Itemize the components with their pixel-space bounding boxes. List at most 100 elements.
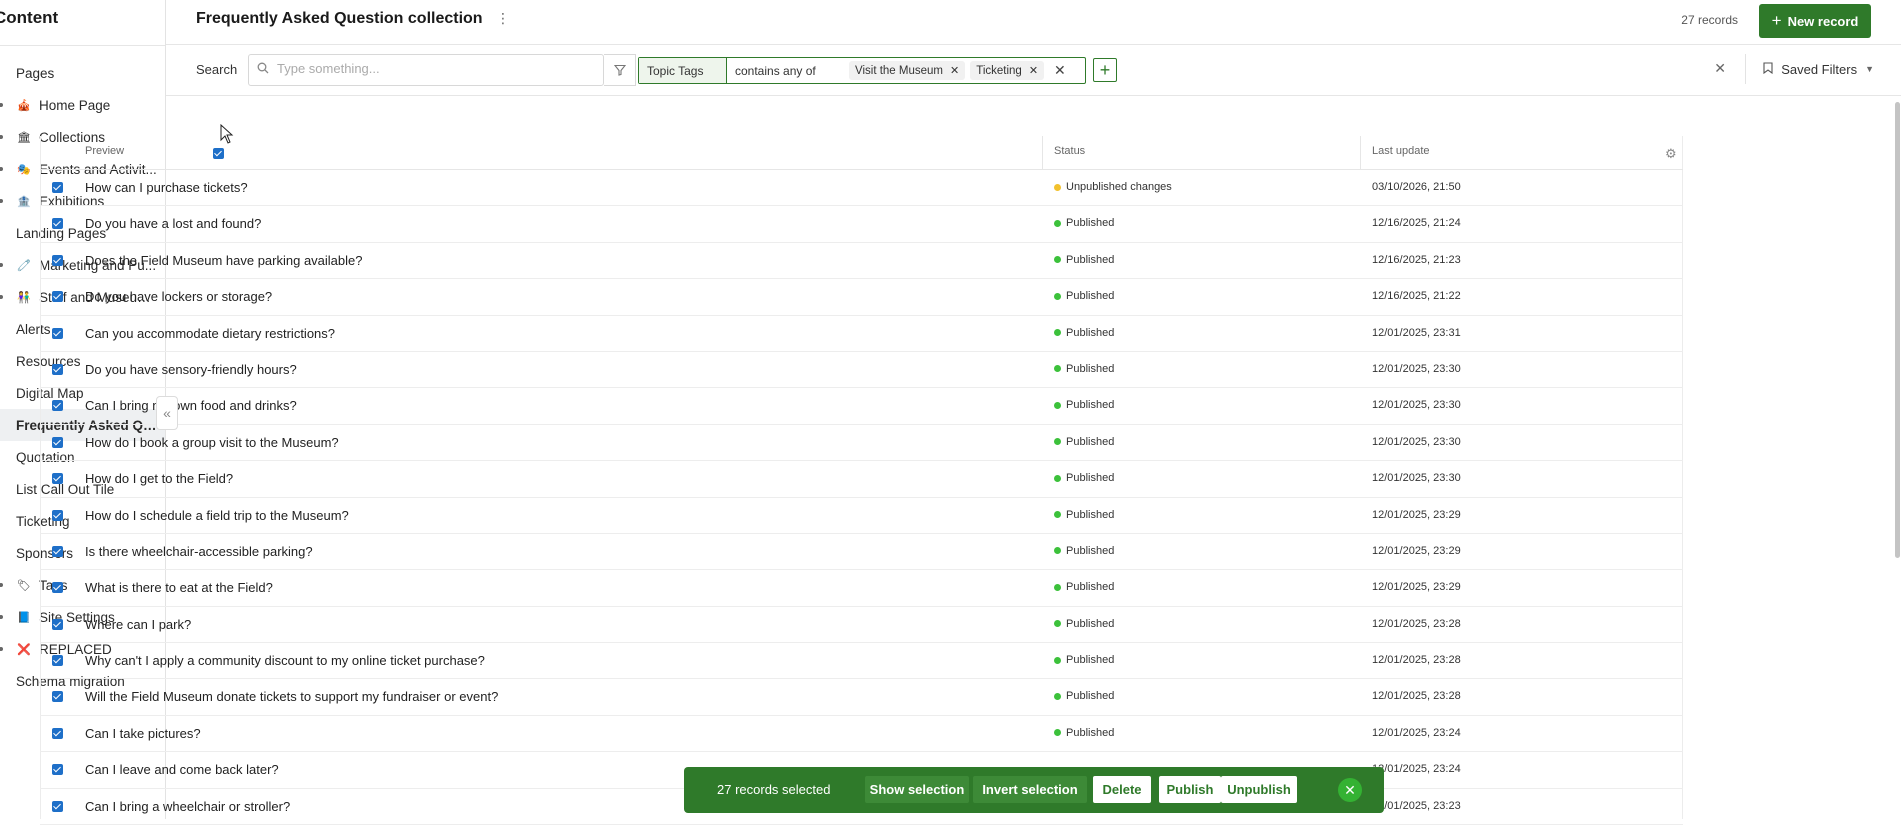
status-label: Published bbox=[1066, 217, 1115, 230]
add-filter-button[interactable]: + bbox=[1093, 58, 1117, 82]
row-checkbox[interactable] bbox=[52, 363, 63, 375]
table-row[interactable]: How do I get to the Field? Published 12/01… bbox=[40, 461, 1683, 498]
filter-value-chip: Ticketing ✕ bbox=[970, 61, 1045, 80]
row-checkbox[interactable] bbox=[52, 691, 63, 703]
row-checkbox[interactable] bbox=[52, 327, 63, 339]
publish-button[interactable]: Publish bbox=[1159, 776, 1221, 803]
row-checkbox[interactable] bbox=[52, 182, 63, 193]
row-checkbox[interactable] bbox=[52, 582, 63, 594]
row-checkbox[interactable] bbox=[52, 618, 63, 630]
table-row[interactable]: Do you have lockers or storage? Published… bbox=[40, 279, 1683, 316]
list-icon: · bbox=[0, 675, 4, 687]
status-label: Published bbox=[1066, 472, 1115, 485]
table-body: How can I purchase tickets? Unpublished c… bbox=[40, 170, 1683, 825]
remove-filter-icon[interactable]: ✕ bbox=[1054, 58, 1066, 83]
status-label: Published bbox=[1066, 290, 1115, 303]
table-row[interactable]: Can I bring my own food and drinks? Publi… bbox=[40, 388, 1683, 425]
table-row[interactable]: Where can I park? Published 12/01/2025, 23… bbox=[40, 607, 1683, 644]
row-checkbox[interactable] bbox=[52, 800, 63, 812]
filter-value-label: Visit the Museum bbox=[855, 64, 943, 77]
column-header-preview[interactable]: Preview bbox=[85, 145, 124, 157]
status-dot-icon bbox=[1054, 183, 1061, 191]
row-checkbox[interactable] bbox=[52, 655, 63, 667]
expand-bullet-icon[interactable] bbox=[0, 167, 3, 171]
scrollbar-thumb[interactable] bbox=[1895, 102, 1900, 558]
row-checkbox[interactable] bbox=[52, 764, 63, 776]
search-input[interactable] bbox=[277, 61, 537, 76]
expand-bullet-icon[interactable] bbox=[0, 263, 3, 267]
column-header-status[interactable]: Status bbox=[1054, 145, 1085, 157]
status-badge: Published bbox=[1054, 399, 1114, 411]
status-badge: Unpublished changes bbox=[1054, 181, 1172, 193]
table-row[interactable]: How do I book a group visit to the Museu… bbox=[40, 425, 1683, 462]
item-emoji-icon: 🧷 bbox=[17, 259, 31, 272]
expand-bullet-icon[interactable] bbox=[0, 647, 3, 651]
unpublish-button[interactable]: Unpublish bbox=[1221, 776, 1297, 803]
expand-bullet-icon[interactable] bbox=[0, 583, 3, 587]
sidebar-item[interactable]: · Pages bbox=[0, 57, 165, 89]
new-record-button[interactable]: + New record bbox=[1759, 4, 1871, 38]
table-row[interactable]: Is there wheelchair-accessible parking? P… bbox=[40, 534, 1683, 571]
table-row[interactable]: Do you have sensory-friendly hours? Publi… bbox=[40, 352, 1683, 389]
filter-field-select[interactable]: Topic Tags bbox=[639, 58, 727, 83]
expand-bullet-icon[interactable] bbox=[0, 199, 3, 203]
clear-filters-icon[interactable]: ✕ bbox=[1714, 60, 1726, 77]
table-row[interactable]: Will the Field Museum donate tickets to … bbox=[40, 679, 1683, 716]
row-checkbox[interactable] bbox=[52, 218, 63, 230]
row-checkbox[interactable] bbox=[52, 254, 63, 266]
expand-bullet-icon[interactable] bbox=[0, 295, 3, 299]
record-count: 27 records bbox=[1681, 13, 1738, 27]
cell-last-update: 12/01/2025, 23:24 bbox=[1372, 763, 1461, 776]
expand-bullet-icon[interactable] bbox=[0, 135, 3, 139]
saved-filters-dropdown[interactable]: Saved Filters ▼ bbox=[1763, 54, 1874, 84]
sidebar-item[interactable]: 🎪 Home Page bbox=[0, 89, 165, 121]
table-row[interactable]: Can you accommodate dietary restrictions… bbox=[40, 316, 1683, 352]
cell-preview: Where can I park? bbox=[85, 616, 192, 632]
expand-bullet-icon[interactable] bbox=[0, 103, 3, 107]
row-checkbox[interactable] bbox=[52, 291, 63, 303]
list-icon: · bbox=[0, 419, 4, 431]
status-badge: Published bbox=[1054, 581, 1114, 593]
list-icon: · bbox=[0, 483, 4, 495]
row-checkbox[interactable] bbox=[52, 727, 63, 739]
show-selection-button[interactable]: Show selection bbox=[865, 776, 969, 803]
cell-preview: Will the Field Museum donate tickets to … bbox=[85, 689, 499, 705]
filter-icon[interactable] bbox=[604, 54, 636, 86]
status-dot-icon bbox=[1054, 438, 1061, 446]
cell-last-update: 12/01/2025, 23:30 bbox=[1372, 472, 1461, 485]
more-options-icon[interactable]: ⋮ bbox=[496, 10, 510, 27]
row-checkbox[interactable] bbox=[52, 436, 63, 448]
collapse-sidebar-button[interactable]: « bbox=[156, 396, 178, 430]
active-filter: Topic Tags contains any of Visit the Mus… bbox=[638, 57, 1086, 84]
remove-chip-icon[interactable]: ✕ bbox=[950, 64, 959, 77]
expand-bullet-icon[interactable] bbox=[0, 615, 3, 619]
table-row[interactable]: Does the Field Museum have parking avail… bbox=[40, 243, 1683, 280]
remove-chip-icon[interactable]: ✕ bbox=[1029, 64, 1038, 77]
status-dot-icon bbox=[1054, 729, 1061, 737]
vertical-scrollbar[interactable] bbox=[1893, 100, 1901, 560]
status-label: Published bbox=[1066, 726, 1115, 739]
table-row[interactable]: What is there to eat at the Field? Publis… bbox=[40, 570, 1683, 607]
table-row[interactable]: How do I schedule a field trip to the Mu… bbox=[40, 498, 1683, 534]
table-row[interactable]: Can I take pictures? Published 12/01/2025,… bbox=[40, 716, 1683, 753]
row-checkbox[interactable] bbox=[52, 473, 63, 485]
status-badge: Published bbox=[1054, 290, 1114, 302]
table-row[interactable]: Do you have a lost and found? Published 12… bbox=[40, 206, 1683, 243]
column-header-last-update[interactable]: Last update bbox=[1372, 145, 1430, 157]
bookmark-icon bbox=[1763, 61, 1773, 77]
table-row[interactable]: How can I purchase tickets? Unpublished c… bbox=[40, 170, 1683, 207]
list-icon: · bbox=[0, 355, 4, 367]
status-dot-icon bbox=[1054, 219, 1061, 227]
cell-last-update: 12/01/2025, 23:30 bbox=[1372, 362, 1461, 375]
invert-selection-button[interactable]: Invert selection bbox=[973, 776, 1087, 803]
cell-last-update: 12/01/2025, 23:28 bbox=[1372, 690, 1461, 703]
row-checkbox[interactable] bbox=[52, 509, 63, 521]
filter-operator-select[interactable]: contains any of bbox=[727, 58, 849, 83]
table-row[interactable]: Why can't I apply a community discount t… bbox=[40, 643, 1683, 680]
delete-button[interactable]: Delete bbox=[1093, 776, 1151, 803]
close-icon[interactable]: ✕ bbox=[1338, 778, 1362, 802]
row-checkbox[interactable] bbox=[52, 400, 63, 412]
row-checkbox[interactable] bbox=[52, 545, 63, 557]
column-separator[interactable] bbox=[1042, 136, 1043, 170]
column-separator[interactable] bbox=[1360, 136, 1361, 170]
